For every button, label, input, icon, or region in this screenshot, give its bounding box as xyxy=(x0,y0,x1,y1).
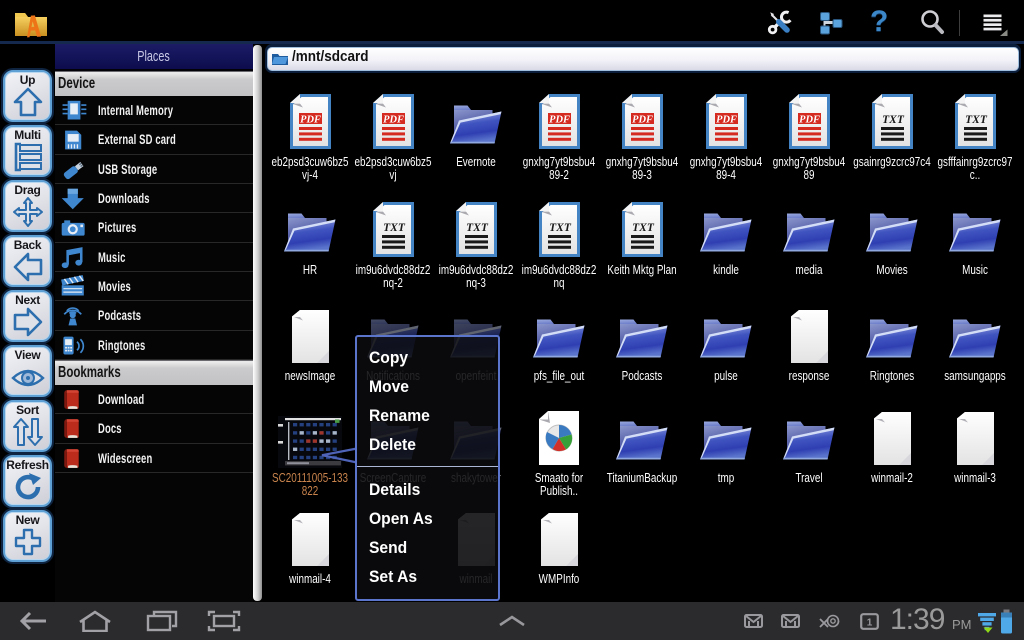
svg-text:1: 1 xyxy=(867,618,873,629)
